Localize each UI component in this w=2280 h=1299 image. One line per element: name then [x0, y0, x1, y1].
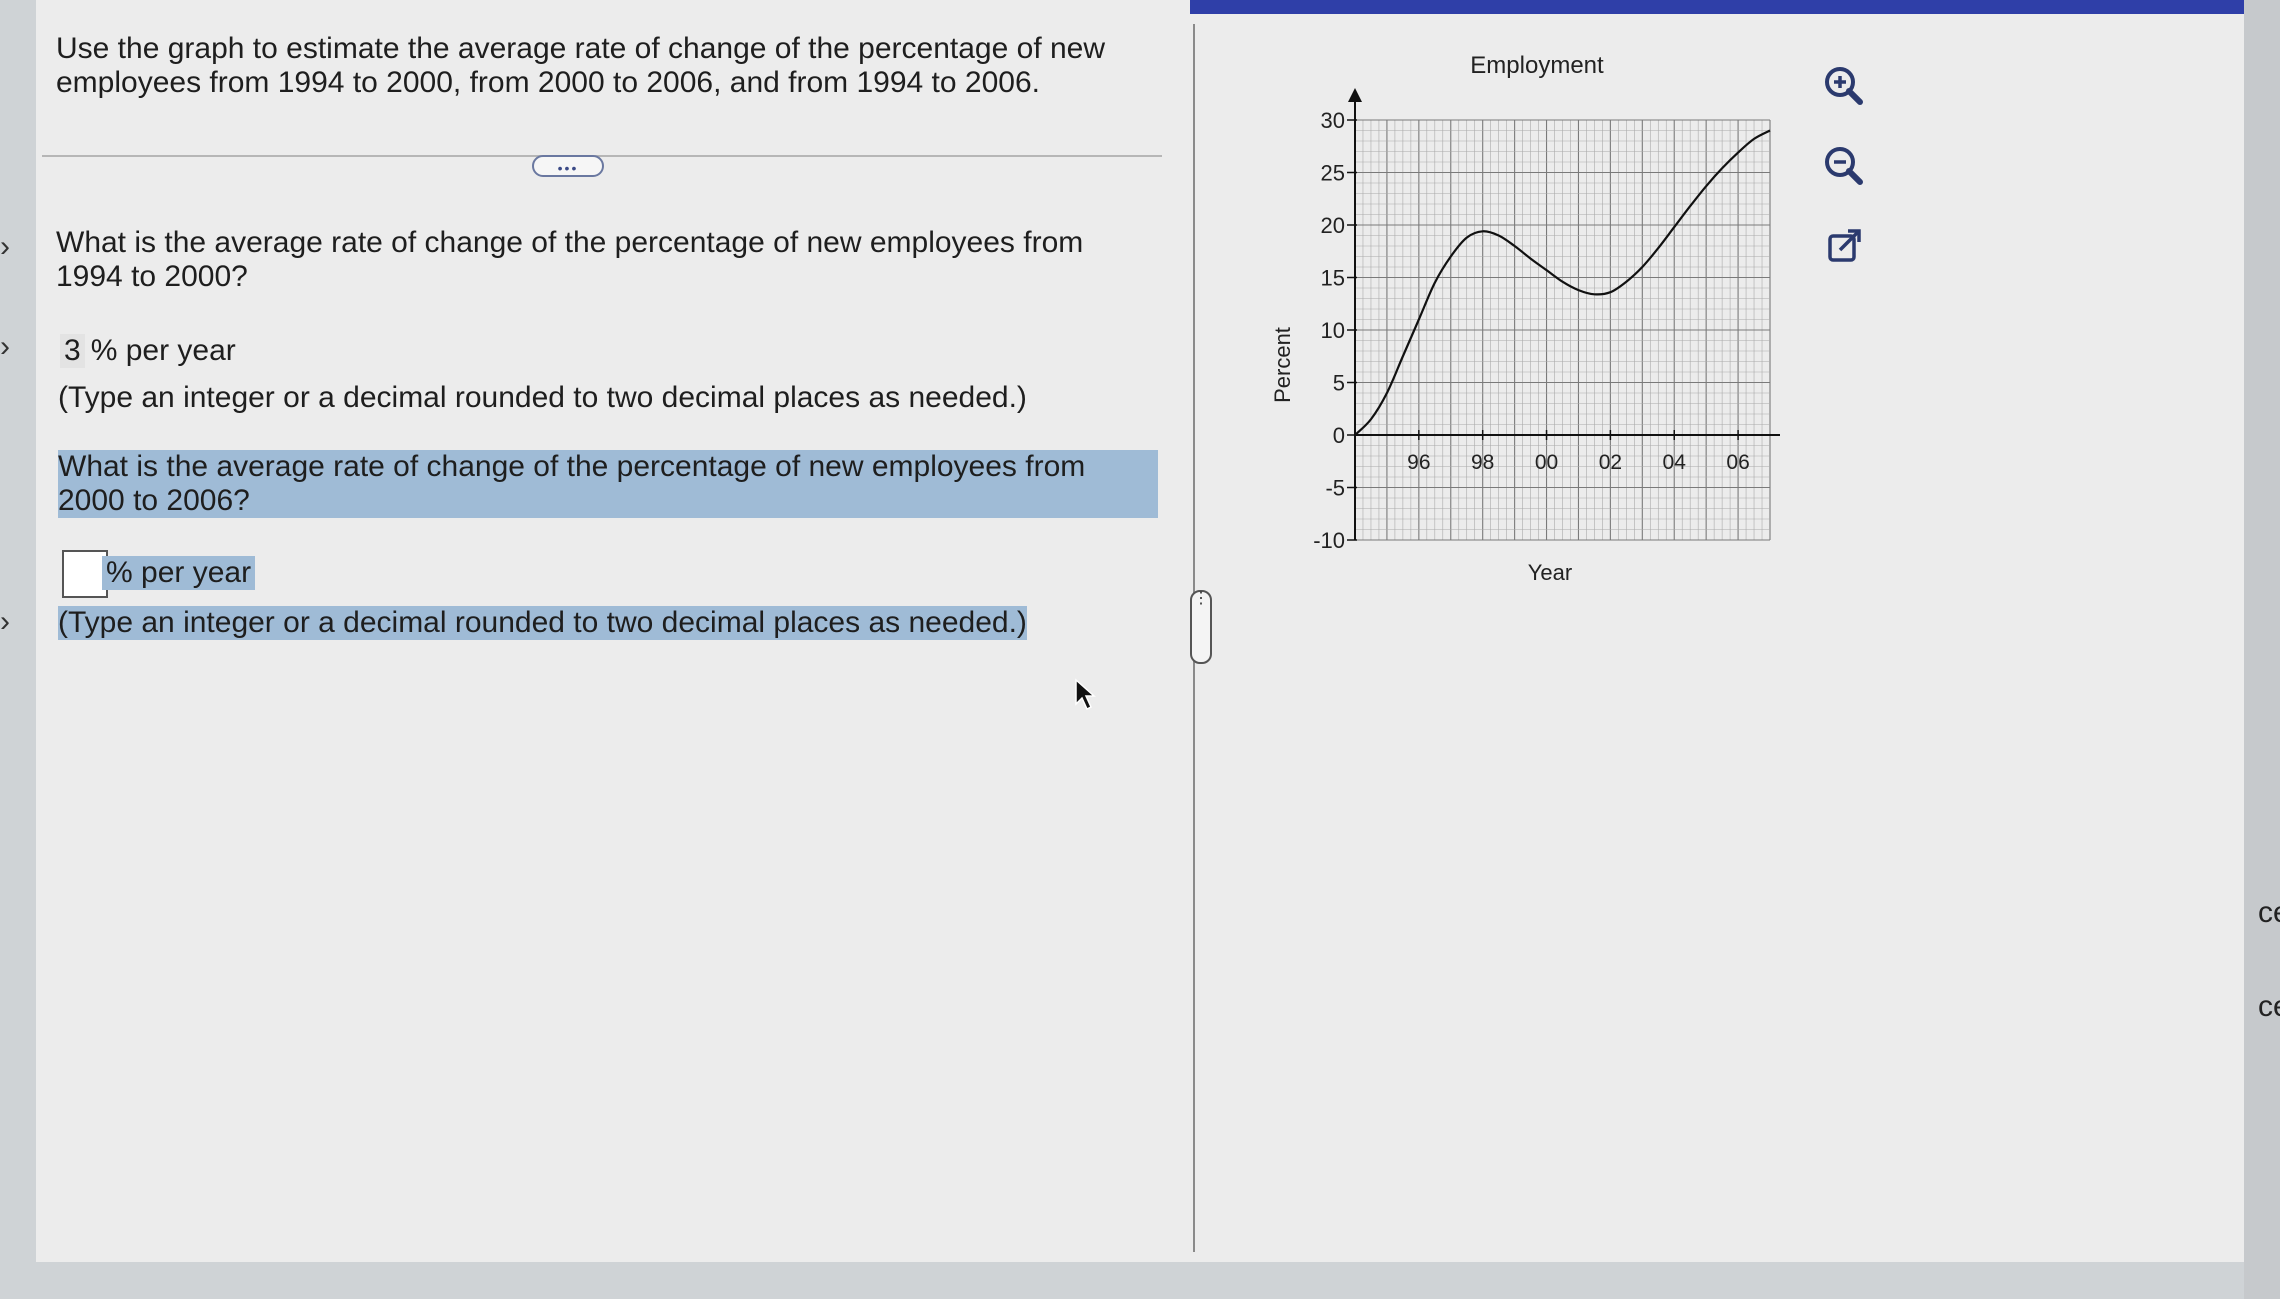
y-tick-label: 0 — [1333, 423, 1345, 448]
part1-answer-row: 3% per year — [60, 334, 236, 368]
y-tick-label: 20 — [1321, 213, 1345, 238]
top-accent-bar — [1190, 0, 2280, 14]
y-tick-label: 5 — [1333, 371, 1345, 396]
part2-hint: (Type an integer or a decimal rounded to… — [58, 606, 1027, 640]
part2-unit: % per year — [102, 556, 256, 590]
right-edge-panel — [2244, 0, 2280, 1299]
part1-question: What is the average rate of change of th… — [56, 226, 1084, 293]
zoom-in-icon[interactable] — [1818, 60, 1870, 112]
x-tick-label: 06 — [1726, 451, 1749, 474]
y-tick-label: 15 — [1321, 266, 1345, 291]
chart-x-axis-label: Year — [1528, 560, 1572, 585]
x-tick-label: 04 — [1663, 451, 1687, 474]
chevron-right-icon[interactable]: › — [0, 230, 10, 264]
y-tick-label: -5 — [1325, 476, 1345, 501]
chart-title: Employment — [1470, 52, 1604, 79]
x-tick-label: 98 — [1471, 451, 1494, 474]
part1-unit: % per year — [90, 334, 236, 367]
edge-text: ce — [2258, 896, 2280, 929]
divider — [42, 155, 1162, 157]
part1-hint: (Type an integer or a decimal rounded to… — [58, 381, 1027, 414]
part1-answer-value[interactable]: 3 — [60, 334, 85, 368]
pane-resize-handle[interactable]: ⋮ — [1190, 590, 1212, 664]
chevron-right-icon[interactable]: › — [0, 330, 10, 364]
question-intro: Use the graph to estimate the average ra… — [56, 32, 1106, 99]
y-tick-label: 10 — [1321, 318, 1345, 343]
chart-y-ticks: 30 25 20 15 10 5 0 -5 -10 — [1313, 108, 1357, 553]
employment-graph: Employment Year Percent 30 25 20 15 10 5 0 -5 -1… — [1270, 52, 1780, 585]
more-options-button[interactable]: ••• — [532, 155, 604, 177]
part2-question: What is the average rate of change of th… — [58, 450, 1158, 518]
y-tick-label: 25 — [1321, 161, 1345, 186]
chart-y-axis-label: Percent — [1270, 327, 1295, 403]
mouse-cursor-icon — [1075, 678, 1096, 711]
y-axis-arrow — [1348, 88, 1362, 102]
x-tick-label: 96 — [1407, 451, 1430, 474]
x-tick-label: 02 — [1599, 451, 1622, 474]
external-link-icon[interactable] — [1818, 220, 1870, 272]
y-tick-label: 30 — [1321, 108, 1345, 133]
y-tick-label: -10 — [1313, 528, 1345, 553]
x-tick-label: 00 — [1535, 451, 1558, 474]
zoom-out-icon[interactable] — [1818, 140, 1870, 192]
chevron-right-icon[interactable]: › — [0, 605, 10, 639]
edge-text: ce — [2258, 990, 2280, 1023]
